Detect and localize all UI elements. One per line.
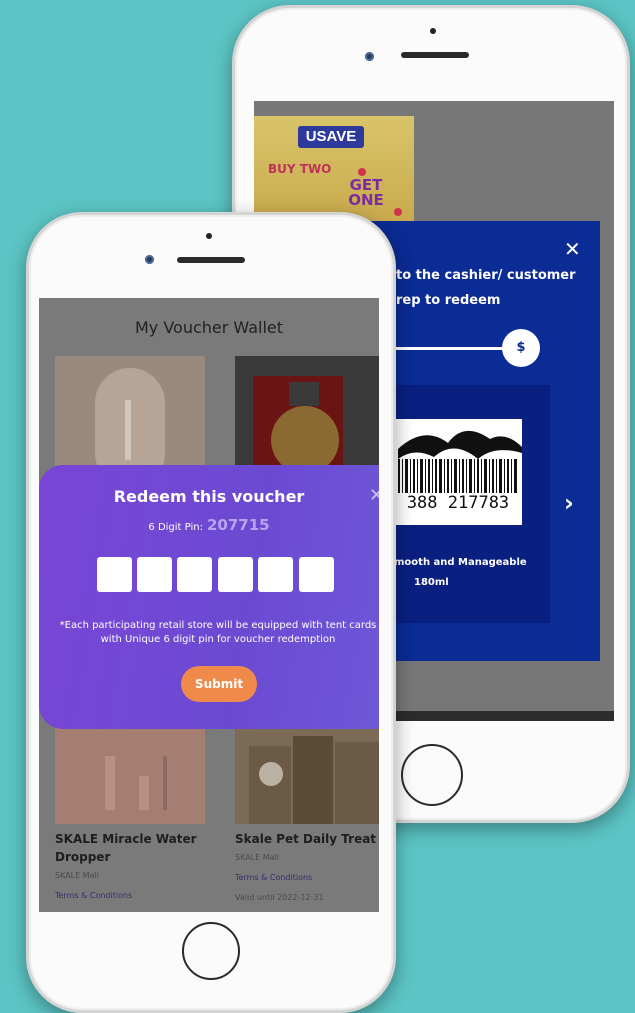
slider-knob[interactable]: $: [502, 329, 540, 367]
front-screen: My Voucher Wallet SKALE Miracle Water Dr…: [39, 298, 379, 912]
voucher-image-graphic: [105, 756, 167, 810]
promo-line-1: BUY TWO: [268, 162, 332, 176]
voucher-image[interactable]: [235, 356, 379, 476]
redeem-modal: Redeem this voucher ✕ 6 Digit Pin: 207715…: [39, 465, 379, 729]
front-camera: [145, 255, 154, 264]
pin-digit-input[interactable]: [299, 557, 334, 592]
close-icon[interactable]: ✕: [369, 485, 379, 506]
voucher-name: SKALE Miracle Water Dropper: [55, 832, 197, 864]
barcode-image: 388 217783: [394, 419, 522, 525]
voucher-merchant: SKALE Mall: [55, 871, 99, 880]
proximity-sensor: [430, 28, 436, 34]
voucher-info[interactable]: SKALE Miracle Water Dropper SKALE Mall T…: [55, 830, 205, 906]
product-name-line-2: 180ml: [414, 577, 449, 588]
product-name-line-1: mooth and Manageable: [394, 557, 527, 568]
product-name: mooth and Manageable 180ml: [394, 553, 554, 593]
home-button[interactable]: [182, 922, 240, 980]
redeem-instruction: to the cashier/ customer rep to redeem: [396, 268, 576, 308]
voucher-image[interactable]: [55, 356, 205, 488]
voucher-merchant: SKALE Mall: [235, 853, 279, 862]
proximity-sensor: [206, 233, 212, 239]
pin-row: 6 Digit Pin: 207715: [39, 516, 379, 534]
voucher-image[interactable]: [235, 728, 379, 824]
usave-logo: USAVE: [298, 126, 364, 148]
voucher-name: Skale Pet Daily Treat: [235, 832, 377, 846]
pin-digit-input[interactable]: [218, 557, 253, 592]
earpiece-speaker: [177, 257, 245, 263]
pin-digit-input[interactable]: [258, 557, 293, 592]
front-camera: [365, 52, 374, 61]
home-button[interactable]: [401, 744, 463, 806]
voucher-info[interactable]: Skale Pet Daily Treat SKALE Mall Terms &…: [235, 830, 379, 908]
voucher-image-graphic: [249, 736, 379, 824]
voucher-image[interactable]: [55, 728, 205, 824]
barcode-card: 388 217783 mooth and Manageable 180ml: [394, 385, 550, 623]
earpiece-speaker: [401, 52, 469, 58]
slider-track[interactable]: [394, 347, 512, 350]
modal-title: Redeem this voucher: [113, 487, 305, 506]
pin-digit-input[interactable]: [137, 557, 172, 592]
voucher-valid-until: Valid until 2022-12-31: [235, 893, 324, 902]
front-phone: My Voucher Wallet SKALE Miracle Water Dr…: [26, 212, 396, 1013]
terms-link[interactable]: Terms & Conditions: [55, 886, 205, 906]
submit-button[interactable]: Submit: [181, 666, 257, 702]
voucher-image-graphic: [95, 368, 165, 488]
voucher-image-graphic: [253, 376, 343, 474]
pin-digit-input[interactable]: [177, 557, 212, 592]
pin-digit-input[interactable]: [97, 557, 132, 592]
promo-dot: [394, 208, 402, 216]
pin-label: 6 Digit Pin:: [148, 522, 203, 533]
barcode-number: 388 217783: [406, 493, 510, 513]
promo-dot: [358, 168, 366, 176]
page-title: My Voucher Wallet: [134, 318, 284, 337]
terms-link[interactable]: Terms & Conditions: [235, 868, 379, 888]
promo-banner[interactable]: USAVE BUY TWO GET ONE: [254, 116, 414, 226]
chevron-right-icon[interactable]: ›: [564, 489, 574, 517]
redemption-note: *Each participating retail store will be…: [59, 620, 377, 645]
promo-line-2: GET ONE: [348, 176, 384, 209]
pin-value: 207715: [206, 516, 270, 534]
close-icon[interactable]: ✕: [564, 237, 581, 261]
